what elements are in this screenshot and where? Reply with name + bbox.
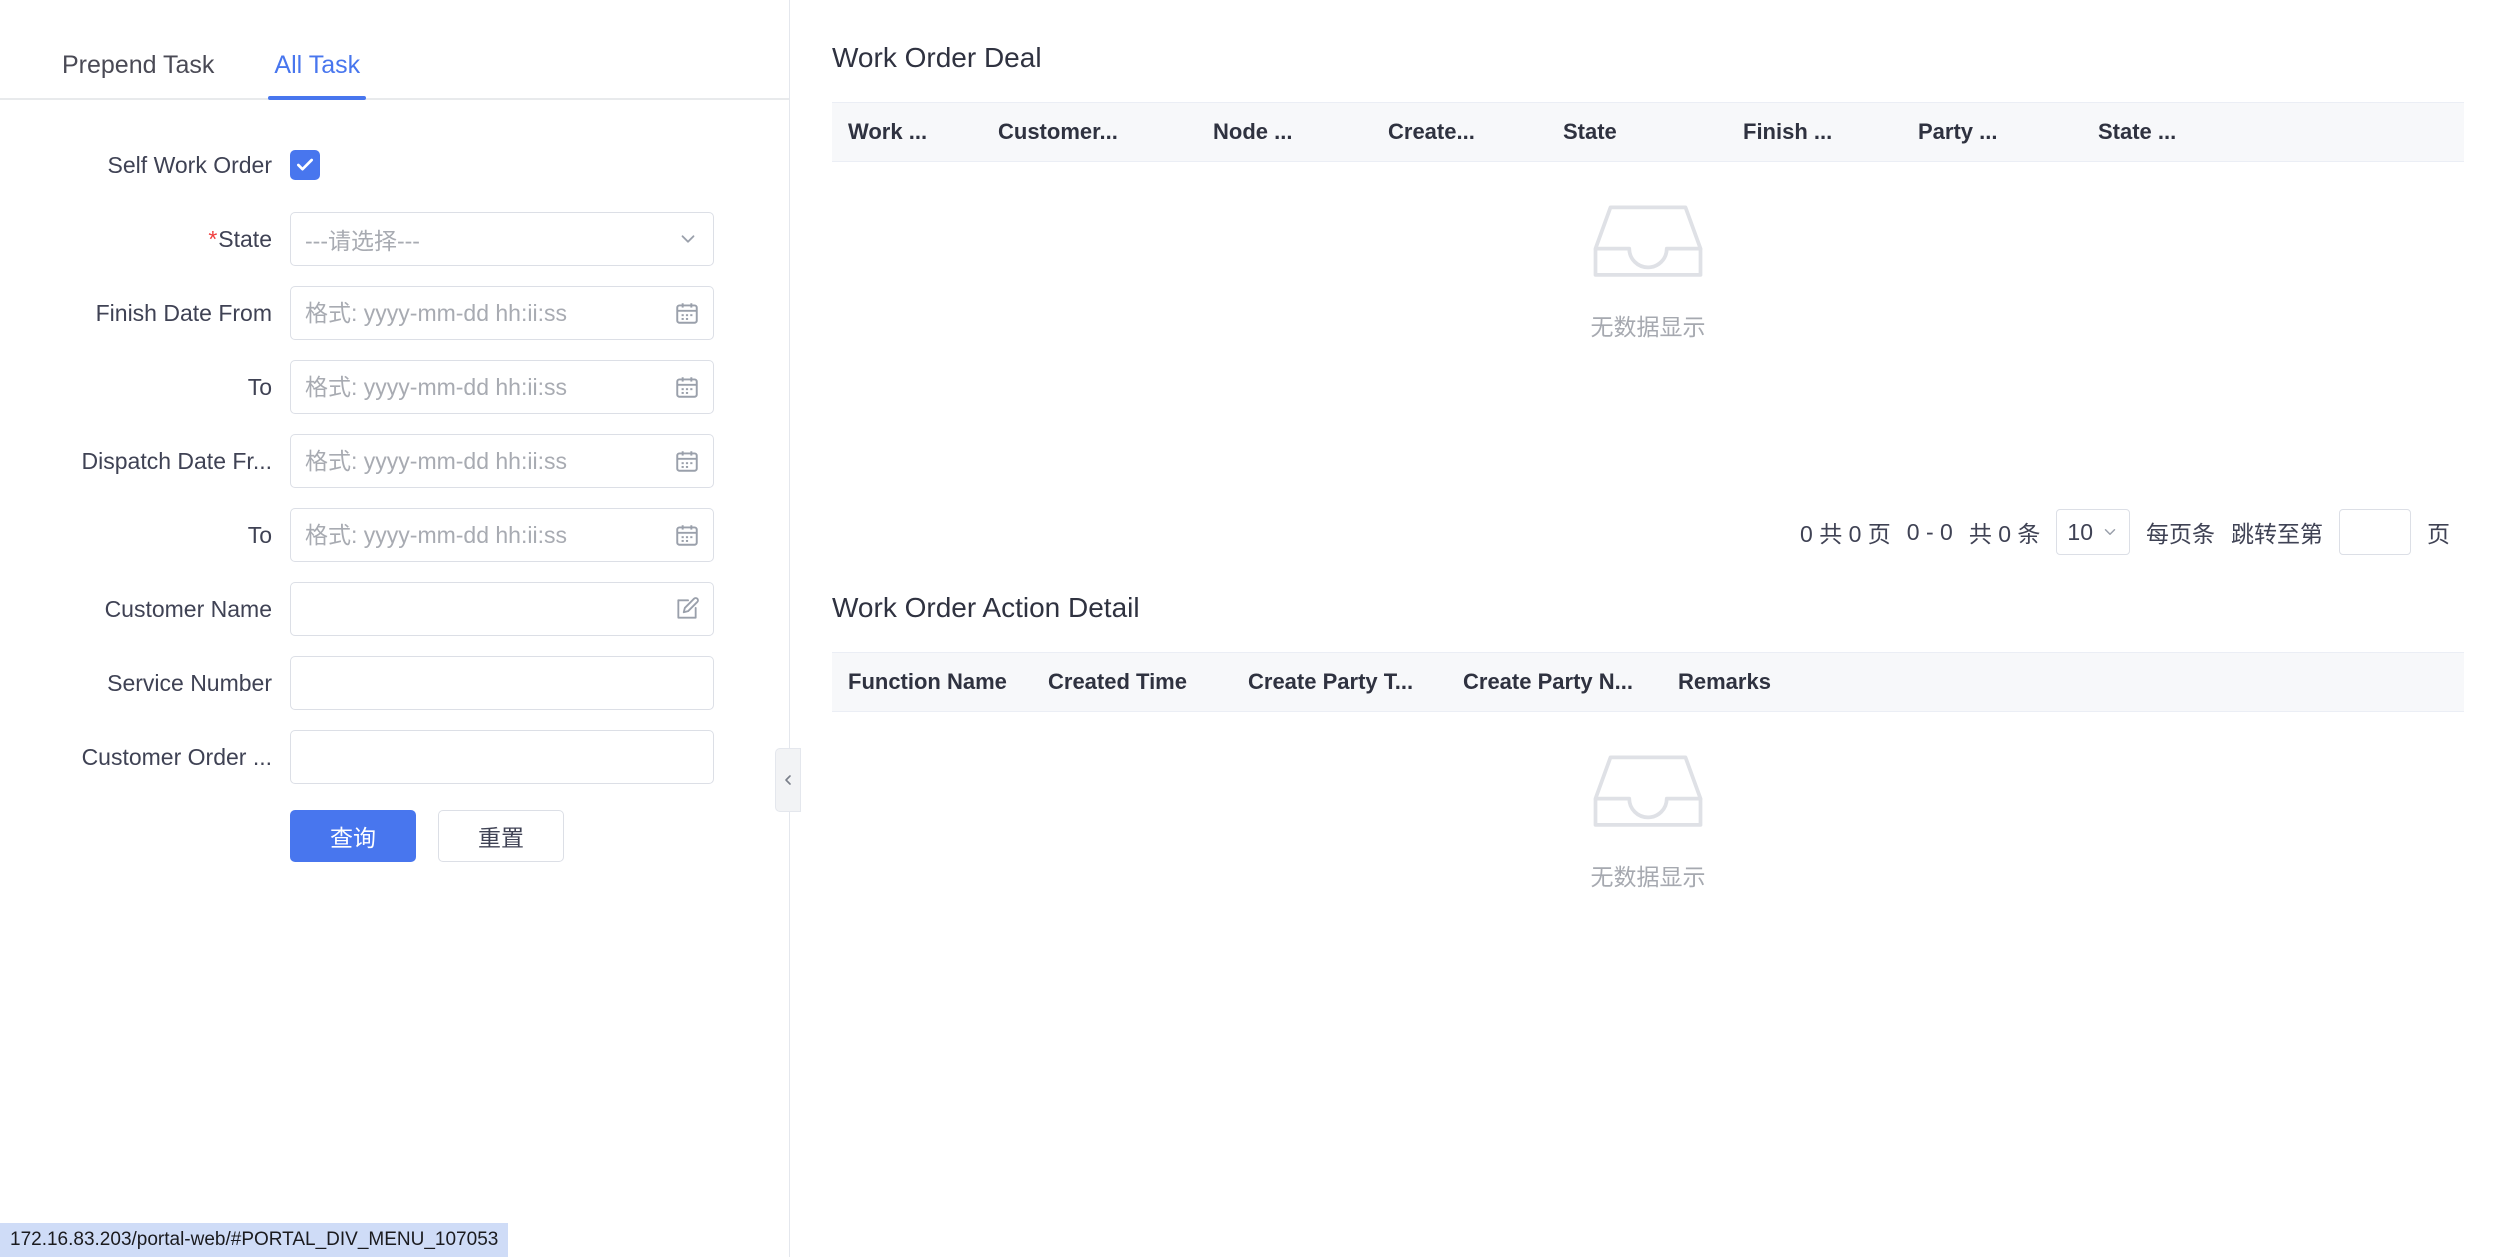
application-root: Prepend Task All Task Self Work Order *S…	[0, 0, 2511, 1257]
form-row-customer-order: Customer Order ...	[0, 730, 789, 784]
column-header-state-2[interactable]: State ...	[2082, 119, 2282, 145]
required-asterisk: *	[208, 225, 218, 252]
page-size-select[interactable]: 10	[2056, 509, 2130, 555]
edit-pencil-icon[interactable]	[674, 596, 700, 622]
calendar-icon[interactable]	[674, 522, 700, 548]
label-text: State	[218, 225, 272, 252]
label-service-number: Service Number	[107, 669, 272, 696]
form-row-self-work-order: Self Work Order	[0, 138, 789, 192]
empty-inbox-icon	[1593, 755, 1703, 827]
per-page-label: 每页条	[2146, 521, 2215, 547]
jump-label: 跳转至第	[2231, 521, 2323, 547]
label-dispatch-date-to: To	[247, 521, 272, 548]
finish-date-from-input[interactable]	[290, 286, 714, 340]
work-order-action-detail-title: Work Order Action Detail	[832, 592, 1140, 623]
work-order-deal-empty-state: 无数据显示	[832, 162, 2464, 502]
column-header-created-time[interactable]: Created Time	[1032, 669, 1232, 695]
work-order-action-empty-state: 无数据显示	[832, 712, 2464, 1042]
customer-order-input[interactable]	[290, 730, 714, 784]
form-row-dispatch-date-from: Dispatch Date Fr...	[0, 434, 789, 488]
tab-label: Prepend Task	[62, 51, 215, 79]
empty-message: 无数据显示	[1590, 314, 1706, 340]
calendar-icon[interactable]	[674, 374, 700, 400]
pagination-pages: 0 共 0 页	[1800, 521, 1891, 547]
form-actions: 查询 重置	[0, 810, 789, 862]
content-panel: Work Order Deal Work ... Customer... Nod…	[790, 0, 2511, 1257]
form-row-finish-date-from: Finish Date From	[0, 286, 789, 340]
jump-page-input[interactable]	[2339, 509, 2411, 555]
column-header-finish[interactable]: Finish ...	[1727, 119, 1902, 145]
panel-collapse-handle[interactable]	[775, 748, 801, 812]
label-self-work-order: Self Work Order	[107, 151, 272, 178]
calendar-icon[interactable]	[674, 448, 700, 474]
pagination-range: 0 - 0	[1906, 518, 1953, 545]
self-work-order-checkbox[interactable]	[290, 150, 320, 180]
control-state: ---请选择---	[290, 212, 714, 266]
label-customer-name: Customer Name	[104, 595, 272, 622]
customer-name-input[interactable]	[290, 582, 714, 636]
finish-date-to-input[interactable]	[290, 360, 714, 414]
control-customer-order	[290, 730, 714, 784]
label-dispatch-date-from: Dispatch Date Fr...	[81, 447, 272, 474]
calendar-icon[interactable]	[674, 300, 700, 326]
column-header-node[interactable]: Node ...	[1197, 119, 1372, 145]
state-select-value: ---请选择---	[305, 228, 420, 254]
control-self-work-order	[290, 150, 714, 180]
reset-button[interactable]: 重置	[438, 810, 564, 862]
label-state: *State	[0, 226, 290, 253]
work-order-deal-title: Work Order Deal	[832, 42, 1042, 73]
tab-label: All Task	[274, 51, 361, 79]
work-order-deal-table: Work ... Customer... Node ... Create... …	[832, 102, 2464, 562]
dispatch-date-from-input[interactable]	[290, 434, 714, 488]
column-header-create[interactable]: Create...	[1372, 119, 1547, 145]
work-order-deal-header-row: Work ... Customer... Node ... Create... …	[832, 102, 2464, 162]
search-form: Self Work Order *State ---请选择--- Finish …	[0, 100, 789, 862]
status-bar-url: 172.16.83.203/portal-web/#PORTAL_DIV_MEN…	[10, 1229, 499, 1250]
form-row-finish-date-to: To	[0, 360, 789, 414]
label-finish-date-to: To	[247, 373, 272, 400]
column-header-create-party-name[interactable]: Create Party N...	[1447, 669, 1662, 695]
pagination-total: 共 0 条	[1968, 521, 2041, 547]
chevron-down-icon	[681, 235, 695, 243]
work-order-action-detail-table: Function Name Created Time Create Party …	[832, 652, 2464, 1042]
form-row-service-number: Service Number	[0, 656, 789, 710]
search-panel: Prepend Task All Task Self Work Order *S…	[0, 0, 801, 1257]
chevron-down-icon	[2104, 529, 2116, 535]
control-finish-date-from	[290, 286, 714, 340]
tab-prepend-task[interactable]: Prepend Task	[56, 51, 220, 98]
check-icon	[297, 158, 313, 171]
control-finish-date-to	[290, 360, 714, 414]
tab-all-task[interactable]: All Task	[268, 51, 366, 100]
column-header-party[interactable]: Party ...	[1902, 119, 2082, 145]
tab-bar: Prepend Task All Task	[0, 0, 789, 100]
form-row-dispatch-date-to: To	[0, 508, 789, 562]
dispatch-date-to-input[interactable]	[290, 508, 714, 562]
label-customer-order: Customer Order ...	[81, 743, 272, 770]
form-row-state: *State ---请选择---	[0, 212, 789, 266]
column-header-customer[interactable]: Customer...	[982, 119, 1197, 145]
page-unit-label: 页	[2427, 521, 2450, 547]
control-dispatch-date-from	[290, 434, 714, 488]
state-select[interactable]: ---请选择---	[290, 212, 714, 266]
chevron-left-icon	[785, 775, 791, 785]
control-dispatch-date-to	[290, 508, 714, 562]
column-header-create-party-type[interactable]: Create Party T...	[1232, 669, 1447, 695]
control-customer-name	[290, 582, 714, 636]
service-number-input[interactable]	[290, 656, 714, 710]
empty-inbox-icon	[1593, 205, 1703, 277]
column-header-state[interactable]: State	[1547, 119, 1727, 145]
work-order-action-header-row: Function Name Created Time Create Party …	[832, 652, 2464, 712]
label-finish-date-from: Finish Date From	[95, 299, 272, 326]
column-header-function-name[interactable]: Function Name	[832, 669, 1032, 695]
work-order-deal-pagination: 0 共 0 页 0 - 0 共 0 条 10 每页条 跳转至第 页	[832, 502, 2464, 562]
column-header-remarks[interactable]: Remarks	[1662, 669, 1882, 695]
column-header-work[interactable]: Work ...	[832, 119, 982, 145]
page-size-value: 10	[2067, 518, 2093, 545]
control-service-number	[290, 656, 714, 710]
query-button[interactable]: 查询	[290, 810, 416, 862]
empty-message: 无数据显示	[1590, 864, 1706, 890]
status-bar: 172.16.83.203/portal-web/#PORTAL_DIV_MEN…	[0, 1223, 509, 1257]
form-row-customer-name: Customer Name	[0, 582, 789, 636]
